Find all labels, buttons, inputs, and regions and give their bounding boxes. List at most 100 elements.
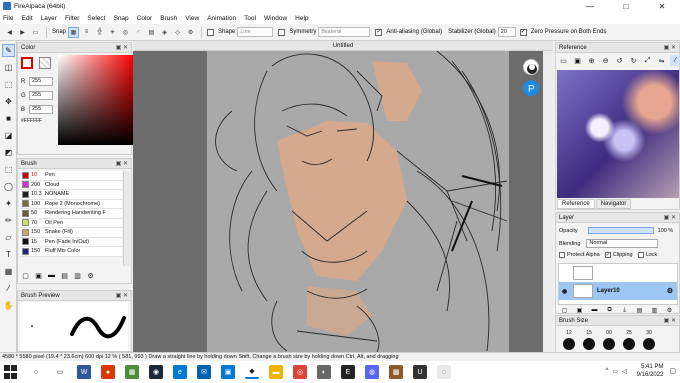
eyedropper-icon[interactable]: ⁄ bbox=[670, 55, 680, 66]
brush-list-item[interactable]: 15 Pen (Fade In/Out) bbox=[20, 237, 122, 247]
panel-options-icon[interactable]: ▣ ✕ bbox=[116, 160, 128, 167]
folder-icon[interactable]: ▬ bbox=[269, 365, 283, 379]
epic-games-icon[interactable]: E bbox=[341, 365, 355, 379]
snap-radial-icon[interactable]: ✳ bbox=[107, 27, 118, 38]
start-button[interactable] bbox=[4, 365, 18, 379]
word-icon[interactable]: W bbox=[77, 365, 91, 379]
magic-wand-icon[interactable]: ✦ bbox=[2, 197, 15, 210]
tray-chevron-icon[interactable]: ^ bbox=[606, 368, 609, 374]
brush-folder-icon[interactable]: ▬ bbox=[47, 271, 56, 280]
layer-item-above[interactable] bbox=[559, 264, 677, 282]
blue-input[interactable]: 255 bbox=[29, 105, 53, 114]
duplicate-layer-icon[interactable]: ⧉ bbox=[605, 306, 614, 314]
minimize-button[interactable]: — bbox=[572, 0, 608, 12]
menu-help[interactable]: Help bbox=[295, 15, 308, 22]
rotate-left-icon[interactable]: ↺ bbox=[614, 55, 625, 66]
brush-tool-icon[interactable]: ✎ bbox=[2, 44, 15, 57]
symmetry-select[interactable]: Bilateral bbox=[318, 27, 371, 37]
lasso-tool-icon[interactable]: ◯ bbox=[2, 180, 15, 193]
layer-item-selected[interactable]: ◉ Layer10 ⚙ bbox=[559, 282, 677, 300]
snap-curve-icon[interactable]: ◜ bbox=[133, 27, 144, 38]
app-icon[interactable]: ● bbox=[101, 365, 115, 379]
brush-settings-icon[interactable]: ▣ bbox=[34, 271, 43, 280]
panel-options-icon[interactable]: ▣ ✕ bbox=[664, 317, 676, 324]
brush-list-item[interactable]: 150 Snake (Fill) bbox=[20, 228, 122, 238]
next-arrow-icon[interactable]: ▶ bbox=[17, 27, 28, 38]
layer-menu-icon[interactable]: ⚙ bbox=[665, 306, 674, 314]
select-tool-icon[interactable]: ⬚ bbox=[2, 163, 15, 176]
brush-list-item[interactable]: 50 Rendering Handwriting F bbox=[20, 209, 122, 219]
minecraft-icon[interactable]: ▩ bbox=[389, 365, 403, 379]
select-eraser-icon[interactable]: ▱ bbox=[2, 231, 15, 244]
tab-reference[interactable]: Reference bbox=[557, 199, 595, 209]
menu-tool[interactable]: Tool bbox=[244, 15, 256, 22]
menu-brush[interactable]: Brush bbox=[160, 15, 177, 22]
panel-options-icon[interactable]: ▣ ✕ bbox=[116, 292, 128, 299]
edge-icon[interactable]: e bbox=[173, 365, 187, 379]
alpaca-mascot-icon[interactable] bbox=[523, 59, 539, 75]
notification-icon[interactable]: ▢ bbox=[669, 367, 676, 375]
menu-animation[interactable]: Animation bbox=[207, 15, 236, 22]
brush-delete-icon[interactable]: ▥ bbox=[73, 271, 82, 280]
volume-icon[interactable]: ◁ bbox=[622, 368, 627, 375]
merge-down-icon[interactable]: ⤓ bbox=[620, 306, 629, 314]
menu-file[interactable]: File bbox=[3, 15, 13, 22]
task-view-icon[interactable]: ▭ bbox=[53, 365, 67, 379]
eraser-tool-icon[interactable]: ◫ bbox=[2, 61, 15, 74]
snap-off-icon[interactable]: ▦ bbox=[68, 26, 80, 38]
new-8bit-layer-icon[interactable]: ▣ bbox=[575, 306, 584, 314]
pixiv-share-icon[interactable]: P bbox=[523, 80, 539, 96]
store-icon[interactable]: ▣ bbox=[221, 365, 235, 379]
clipping-checkbox[interactable]: ✓ bbox=[604, 252, 611, 258]
flip-icon[interactable]: ⇋ bbox=[656, 55, 667, 66]
canvas-area[interactable]: Untitled P bbox=[133, 41, 553, 352]
clock[interactable]: 5:41 PM 9/16/2022 bbox=[637, 363, 664, 379]
menu-snap[interactable]: Snap bbox=[113, 15, 128, 22]
zoom-out-icon[interactable]: ⊖ bbox=[600, 55, 611, 66]
prev-arrow-icon[interactable]: ◀ bbox=[4, 27, 15, 38]
layer-settings-icon[interactable]: ⚙ bbox=[667, 287, 673, 295]
menu-color[interactable]: Color bbox=[137, 15, 153, 22]
brush-list-item[interactable]: 10 Pen bbox=[20, 171, 122, 181]
gradient-tool-icon[interactable]: ◩ bbox=[2, 146, 15, 159]
select-pen-icon[interactable]: ✏ bbox=[2, 214, 15, 227]
zero-pressure-checkbox[interactable]: ✓ bbox=[519, 28, 527, 36]
firealpaca-taskbar-icon[interactable]: ◆ bbox=[245, 365, 259, 379]
rotate-right-icon[interactable]: ↻ bbox=[628, 55, 639, 66]
menu-select[interactable]: Select bbox=[87, 15, 105, 22]
new-folder-icon[interactable]: ▬ bbox=[590, 306, 599, 314]
shape-checkbox[interactable] bbox=[207, 28, 215, 36]
shape-select[interactable]: Line bbox=[237, 27, 274, 37]
maximize-button[interactable]: □ bbox=[608, 0, 644, 12]
brush-list-item[interactable]: 70 Oil Pen bbox=[20, 218, 122, 228]
search-icon[interactable]: ○ bbox=[29, 365, 43, 379]
lock-checkbox[interactable] bbox=[637, 252, 644, 258]
green-input[interactable]: 255 bbox=[29, 91, 53, 100]
fit-icon[interactable]: ⤢ bbox=[642, 55, 653, 66]
transparent-color-swatch[interactable] bbox=[39, 57, 51, 69]
frame-divider-icon[interactable]: ▦ bbox=[2, 265, 15, 278]
panel-options-icon[interactable]: ▣ ✕ bbox=[664, 44, 676, 51]
snap-parallel-icon[interactable]: ≡ bbox=[81, 27, 92, 38]
close-button[interactable]: ✕ bbox=[644, 0, 680, 12]
panel-options-icon[interactable]: ▣ ✕ bbox=[116, 44, 128, 51]
new-layer-icon[interactable]: ▢ bbox=[560, 306, 569, 314]
unreal-icon[interactable]: U bbox=[413, 365, 427, 379]
bucket-tool-icon[interactable]: ◪ bbox=[2, 129, 15, 142]
snap-grid-icon[interactable]: ▤ bbox=[146, 27, 157, 38]
menu-window[interactable]: Window bbox=[264, 15, 287, 22]
brush-size-preset[interactable] bbox=[639, 338, 659, 350]
menu-edit[interactable]: Edit bbox=[21, 15, 32, 22]
menu-view[interactable]: View bbox=[185, 15, 199, 22]
snap-perspective-icon[interactable]: ◇ bbox=[172, 27, 183, 38]
snap-cross-icon[interactable]: ╬ bbox=[94, 27, 105, 38]
canvas-vertical-scrollbar[interactable] bbox=[543, 51, 553, 352]
app-icon[interactable]: ◐ bbox=[317, 365, 331, 379]
red-input[interactable]: 255 bbox=[29, 77, 53, 86]
open-canvas-icon[interactable]: ▣ bbox=[572, 55, 583, 66]
steam-icon[interactable]: ◉ bbox=[149, 365, 163, 379]
clear-layer-icon[interactable]: ▤ bbox=[635, 306, 644, 314]
brush-list-scrollbar[interactable] bbox=[123, 171, 130, 266]
blending-select[interactable]: Normal bbox=[586, 239, 659, 248]
app-icon[interactable]: ▦ bbox=[125, 365, 139, 379]
